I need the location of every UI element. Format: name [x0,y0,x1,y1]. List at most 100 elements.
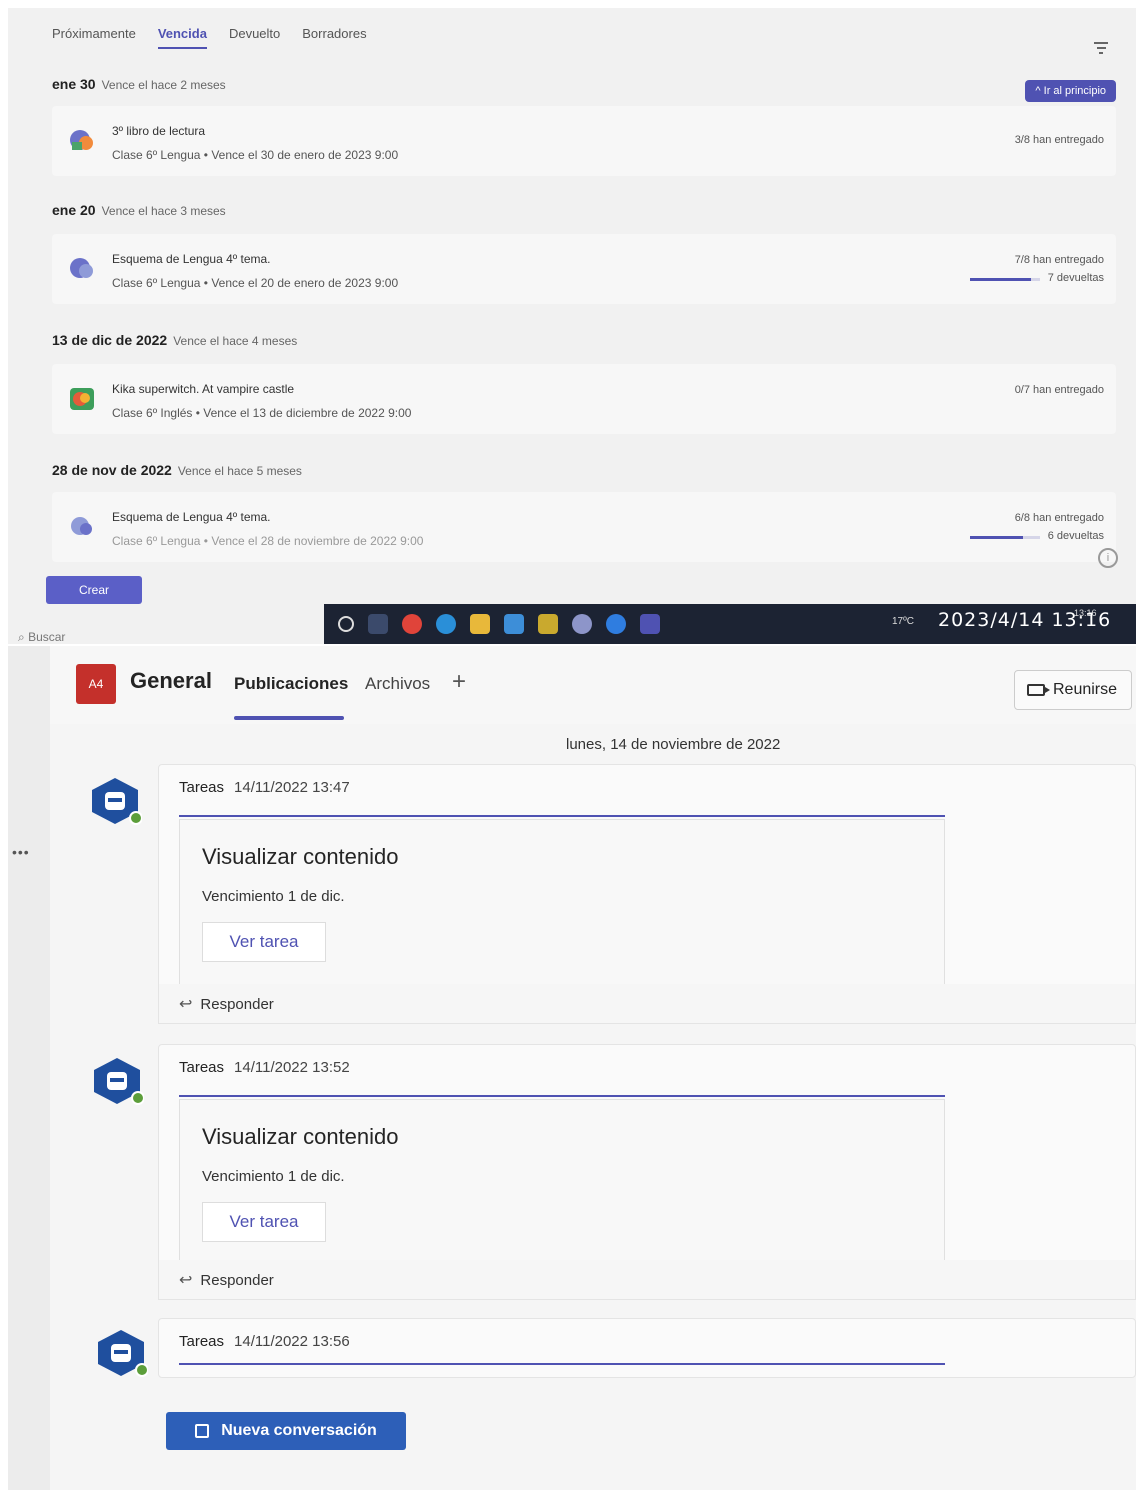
due-relative: Vence el hace 4 meses [173,334,298,348]
returned-count: 7 devueltas [1047,272,1104,284]
card-title: Visualizar contenido [202,844,399,869]
card-title: Visualizar contenido [202,1124,399,1149]
post-author[interactable]: Tareas [179,1059,224,1076]
back-to-top-button[interactable]: ^ Ir al principio [1025,80,1116,102]
tasks-bot-avatar-icon[interactable] [90,1056,144,1106]
due-relative: Vence el hace 5 meses [177,464,302,478]
assignment-title: Esquema de Lengua 4º tema. [112,510,271,524]
tab-returned[interactable]: Devuelto [229,26,280,49]
info-icon[interactable]: i [1098,548,1118,568]
returned-progress-bar [970,278,1040,281]
assignment-card: Visualizar contenido Vencimiento 1 de di… [179,1099,945,1265]
reply-arrow-icon: ↩ [179,1272,193,1289]
tab-posts[interactable]: Publicaciones [234,674,348,694]
due-relative: Vence el hace 3 meses [101,204,226,218]
meet-button[interactable]: Reunirse [1014,670,1132,710]
video-camera-icon [1027,684,1050,696]
tab-files[interactable]: Archivos [365,674,430,694]
assignment-icon [70,388,94,410]
post-accent-line [179,815,945,817]
post-header: Tareas 14/11/2022 13:47 [179,779,350,796]
due-relative: Vence el hace 2 meses [101,78,226,92]
channel-post: Tareas 14/11/2022 13:52 Visualizar conten… [158,1044,1136,1270]
returned-progress-bar [970,536,1040,539]
tasks-bot-avatar-icon[interactable] [94,1328,148,1378]
handed-in-count: 3/8 han entregado [1014,134,1104,146]
reply-row[interactable]: ↩ Responder [158,984,1136,1024]
task-view-icon[interactable] [368,614,388,634]
assignment-icon [70,130,93,150]
due-group-header: 13 de dic de 2022 Vence el hace 4 meses [52,332,297,348]
reply-label: Responder [200,1271,274,1289]
reply-label: Responder [200,995,274,1013]
assignment-meta: Clase 6º Lengua • Vence el 30 de enero d… [112,148,399,162]
post-header: Tareas 14/11/2022 13:52 [179,1059,350,1076]
create-button[interactable]: Crear [46,576,142,604]
reply-row[interactable]: ↩ Responder [158,1260,1136,1300]
returned-count: 6 devueltas [1047,530,1104,542]
more-options-icon[interactable]: ••• [12,844,30,860]
assignment-meta: Clase 6º Lengua • Vence el 20 de enero d… [112,276,399,290]
card-due-date: Vencimiento 1 de dic. [202,888,345,905]
new-conversation-label: Nueva conversación [221,1422,377,1439]
handed-in-count: 6/8 han entregado [1014,512,1104,524]
post-accent-line [179,1095,945,1097]
card-due-date: Vencimiento 1 de dic. [202,1168,345,1185]
assignment-card[interactable]: 3º libro de lectura Clase 6º Lengua • Ve… [52,106,1116,176]
app-icon[interactable] [572,614,592,634]
assignments-panel: Próximamente Vencida Devuelto Borradores… [8,8,1136,644]
assignment-meta: Clase 6º Lengua • Vence el 28 de noviemb… [112,534,424,548]
post-header: Tareas 14/11/2022 13:56 [179,1333,350,1350]
due-date: ene 20 [52,202,96,218]
tasks-bot-avatar-icon[interactable] [88,776,142,826]
photo-timestamp: 2023/4/14 13:16 [938,609,1112,631]
tab-past-due[interactable]: Vencida [157,26,207,49]
assignment-title: Esquema de Lengua 4º tema. [112,252,271,266]
assignment-meta: Clase 6º Inglés • Vence el 13 de diciemb… [112,406,412,420]
reply-button[interactable]: ↩ Responder [179,1270,274,1290]
assignment-title: 3º libro de lectura [112,124,206,138]
date-divider: lunes, 14 de noviembre de 2022 [566,736,781,753]
assignment-card[interactable]: Esquema de Lengua 4º tema. Clase 6º Leng… [52,492,1116,562]
compose-icon [195,1424,210,1438]
filter-icon[interactable] [1094,42,1108,54]
view-assignment-button[interactable]: Ver tarea [202,1202,326,1242]
edge-icon[interactable] [436,614,456,634]
due-group-header: 28 de nov de 2022 Vence el hace 5 meses [52,462,302,478]
chrome-icon[interactable] [402,614,422,634]
assignment-icon [70,258,93,278]
tab-drafts[interactable]: Borradores [302,26,366,49]
start-icon[interactable] [338,616,354,632]
channel-header: A4 General Publicaciones Archivos + Reun… [50,646,1136,724]
media-icon[interactable] [606,614,626,634]
assignment-card[interactable]: Kika superwitch. At vampire castle Clase… [52,364,1116,434]
due-group-header: ene 30 Vence el hace 2 meses [52,76,226,92]
teams-icon[interactable] [640,614,660,634]
add-tab-icon[interactable]: + [452,668,466,696]
assignment-tabs: Próximamente Vencida Devuelto Borradores [52,26,367,49]
handed-in-count: 7/8 han entregado [1014,254,1104,266]
post-accent-line [179,1363,945,1365]
weather-widget[interactable]: 17ºC [892,616,914,627]
due-date: 13 de dic de 2022 [52,332,168,348]
post-time: 14/11/2022 13:47 [234,779,350,796]
file-explorer-icon[interactable] [470,614,490,634]
channel-post: Tareas 14/11/2022 13:47 Visualizar conten… [158,764,1136,992]
taskbar-search[interactable]: ⌕ Buscar [18,630,65,644]
meet-label: Reunirse [1053,681,1118,698]
post-author[interactable]: Tareas [179,1333,224,1350]
mail-icon[interactable] [504,614,524,634]
assignment-card[interactable]: Esquema de Lengua 4º tema. Clase 6º Leng… [52,234,1116,304]
post-time: 14/11/2022 13:52 [234,1059,350,1076]
tab-upcoming[interactable]: Próximamente [52,26,136,49]
due-date: ene 30 [52,76,96,92]
handed-in-count: 0/7 han entregado [1014,384,1104,396]
reply-button[interactable]: ↩ Responder [179,994,274,1014]
due-group-header: ene 20 Vence el hace 3 meses [52,202,226,218]
reply-arrow-icon: ↩ [179,996,193,1013]
view-assignment-button[interactable]: Ver tarea [202,922,326,962]
post-time: 14/11/2022 13:56 [234,1333,350,1350]
store-icon[interactable] [538,614,558,634]
post-author[interactable]: Tareas [179,779,224,796]
new-conversation-button[interactable]: Nueva conversación [166,1412,406,1450]
